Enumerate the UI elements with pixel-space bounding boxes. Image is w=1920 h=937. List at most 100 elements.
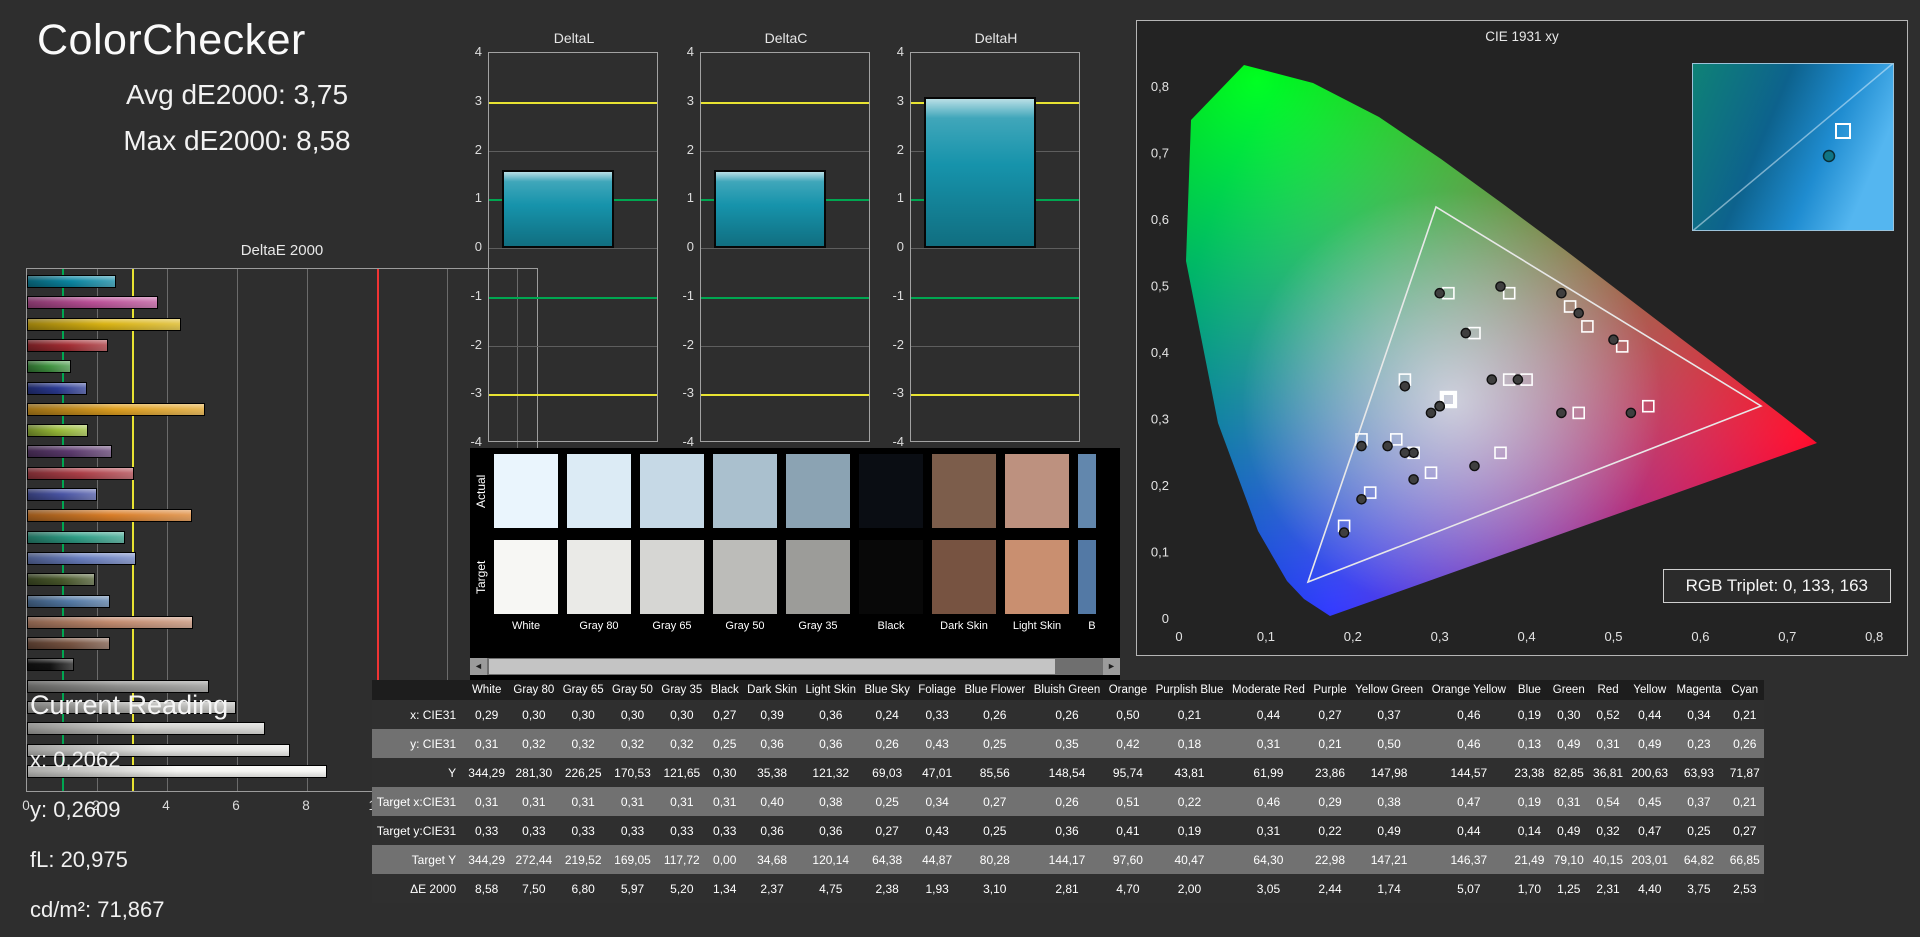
swatch-column-light-skin: Light Skin [1005,454,1069,650]
table-cell: 146,37 [1450,852,1488,867]
table-cell: 63,93 [1683,765,1714,780]
delta-h-plot-area [910,52,1080,442]
table-cell: 0,30 [713,765,737,780]
deltae-x-tick-label: 6 [232,798,240,813]
column-header-white: White [464,680,510,700]
table-cell: 0,21 [1318,736,1342,751]
table-cell: 69,03 [872,765,903,780]
table-row-label: Target Y [411,852,457,867]
delta-c-y-tick-label: 0 [686,239,694,254]
table-cell: 0,33 [620,823,645,838]
cie-y-tick-label: 0,1 [1151,545,1169,560]
table-cell: 0,41 [1116,823,1140,838]
table-row-label: y: CIE31 [410,736,457,751]
table-row-target-y-cie31: Target y:CIE31 0,33 0,33 0,33 0,33 0,33 0,33 0,… [372,816,1764,845]
delta-h-bar [924,96,1036,248]
deltae-bar-magenta [27,296,159,310]
swatch-label: Gray 65 [652,620,692,632]
table-cell: 148,54 [1048,765,1086,780]
deltae-bar-cyan [27,275,116,288]
delta-c-y-axis: 4 3 2 1 0 -1 -2 -3 -4 [660,30,694,470]
table-cell: 1,25 [1557,881,1581,896]
table-cell: 0,32 [1596,823,1620,838]
table-cell: 0,36 [819,823,843,838]
results-table-header: White Gray 80 Gray 65 Gray 50 Gray 35 Black Da… [372,680,1764,700]
table-cell: 35,38 [757,765,788,780]
scrollbar-thumb[interactable] [489,659,1055,674]
swatch-scrollbar[interactable]: ◄ ► [470,658,1120,675]
cie-measured-yellow [1556,287,1567,299]
table-cell: 0,31 [1557,794,1581,809]
table-cell: 44,87 [922,852,953,867]
table-cell: 0,31 [670,794,694,809]
swatch-actual-gray-35 [786,454,850,528]
table-cell: 7,50 [522,881,546,896]
table-cell: 0,33 [925,707,949,722]
table-cell: 8,58 [474,881,499,896]
table-cell: 2,37 [760,881,784,896]
table-cell: 0,30 [620,707,645,722]
table-cell: 0,13 [1517,736,1542,751]
swatch-label: Gray 35 [798,620,838,632]
deltae-bar-orange-yellow [27,402,205,416]
table-cell: 0,36 [1055,823,1079,838]
table-cell: 0,25 [983,823,1007,838]
delta-l-chart: DeltaL 4 3 2 1 0 -1 -2 -3 -4 [448,30,660,470]
swatch-actual-dark-skin [932,454,996,528]
table-cell: 0,30 [670,707,694,722]
table-cell: 5,97 [620,881,645,896]
table-row-label: Target x:CIE31 [376,794,457,809]
delta-l-y-tick-label: -3 [470,385,482,401]
delta-l-y-tick-label: -2 [470,336,482,352]
table-cell: 0,26 [1733,736,1757,751]
delta-h-y-tick-label: 1 [896,190,904,206]
scrollbar-track[interactable] [487,658,1103,675]
delta-h-gridline [911,248,1079,249]
current-reading-fl: fL: 20,975 [30,847,128,872]
table-cell: 0,46 [1457,736,1481,751]
delta-l-y-tick-label: 2 [474,141,482,157]
table-cell: 0,18 [1177,736,1202,751]
table-cell: 61,99 [1253,765,1284,780]
table-cell: 0,34 [925,794,949,809]
swatch-actual-blue-sky [1078,454,1096,528]
table-cell: 0,22 [1177,794,1202,809]
table-cell: 40,47 [1174,852,1205,867]
table-cell: 6,80 [571,881,595,896]
scroll-right-button[interactable]: ► [1103,658,1120,675]
table-cell: 0,50 [1377,736,1401,751]
page-title: ColorChecker [37,16,306,64]
scroll-left-button[interactable]: ◄ [470,658,487,675]
table-cell: 0,47 [1457,794,1481,809]
delta-c-refline-3 [701,101,869,104]
deltae-bar-dark-skin [27,637,110,651]
table-cell: 82,85 [1553,765,1584,780]
delta-h-y-tick-label: 2 [896,141,904,157]
table-cell: 170,53 [614,765,651,780]
table-cell: 0,49 [1638,736,1662,751]
delta-c-y-tick-label: 2 [686,141,694,157]
deltae-bar-blue-flower [27,551,136,565]
table-cell: 0,00 [713,852,737,867]
cie-measured-blue-sky [1382,440,1393,452]
cie-y-tick-label: 0,4 [1151,345,1169,360]
swatch-label: Gray 50 [725,620,765,632]
avg-de2000-value: Avg dE2000: 3,75 [125,79,349,110]
table-cell: 272,44 [515,852,553,867]
delta-h-y-tick-label: -4 [892,434,904,449]
column-header-purple: Purple [1309,680,1351,700]
table-cell: 0,44 [1457,823,1481,838]
table-cell: 147,98 [1370,765,1408,780]
swatch-column-blue-sky: Blue Sky [1078,454,1096,650]
table-cell: 0,49 [1377,823,1401,838]
table-cell: 144,57 [1450,765,1488,780]
deltae-bar-blue-sky [27,594,111,608]
cie-measured-blue-flower [1399,447,1411,459]
column-header-gray-35: Gray 35 [657,680,707,700]
table-cell: 121,65 [663,765,701,780]
swatch-label: Blue Sky [1088,620,1096,632]
cie-measured-moderate-red [1556,407,1567,419]
deltae-bar-foliage [27,573,95,587]
cie-measured-light-skin [1486,374,1498,385]
cie-y-tick-label: 0,8 [1151,79,1169,94]
